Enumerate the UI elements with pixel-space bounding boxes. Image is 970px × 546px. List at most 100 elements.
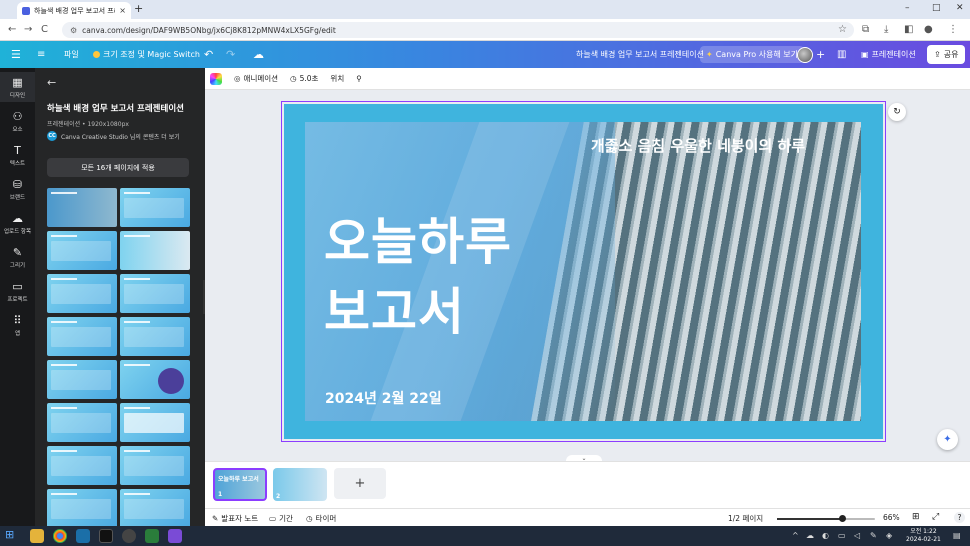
slide-subtitle[interactable]: 개졿소 음침 우울한 네붕이의 하루: [591, 135, 805, 156]
zoom-level[interactable]: 66%: [883, 513, 900, 522]
try-canva-pro-button[interactable]: ✦ Canva Pro 사용해 보기: [700, 46, 805, 63]
volume-icon[interactable]: ◁: [854, 531, 860, 540]
chrome-icon[interactable]: [53, 529, 67, 543]
profile-avatar-icon[interactable]: ●: [924, 24, 933, 35]
rail-item-elements[interactable]: ⚇ 요소: [0, 110, 35, 133]
animation-button[interactable]: ◎ 애니메이션: [234, 73, 278, 84]
file-menu[interactable]: 파일: [64, 41, 79, 68]
close-window-icon[interactable]: ✕: [956, 3, 964, 13]
back-arrow-icon[interactable]: ←: [47, 76, 56, 89]
redo-icon[interactable]: ↷: [226, 41, 235, 68]
system-clock[interactable]: 오전 1:22 2024-02-21: [906, 528, 941, 544]
notification-icon[interactable]: ▤: [953, 531, 961, 540]
new-tab-icon[interactable]: +: [134, 2, 143, 15]
slide-title-line1[interactable]: 오늘하루: [324, 202, 512, 274]
page-indicator[interactable]: 1/2 페이지: [728, 513, 763, 524]
template-thumb-13[interactable]: [47, 446, 117, 485]
steam-icon[interactable]: [76, 529, 90, 543]
tab-close-icon[interactable]: ×: [119, 6, 126, 15]
insights-icon[interactable]: ▥: [837, 41, 846, 68]
rail-item-projects[interactable]: ▭ 프로젝트: [0, 280, 35, 303]
template-thumb-10[interactable]: [120, 360, 190, 399]
template-thumb-7[interactable]: [47, 317, 117, 356]
template-thumb-9[interactable]: [47, 360, 117, 399]
network-icon[interactable]: ◈: [886, 531, 892, 540]
rail-item-draw[interactable]: ✎ 그리기: [0, 246, 35, 269]
extensions-icon[interactable]: ⧉: [862, 24, 869, 35]
minimize-icon[interactable]: –: [905, 3, 910, 13]
page-thumb-2[interactable]: 2: [273, 468, 327, 501]
page-thumb-1[interactable]: 오늘하루 보고서 1: [213, 468, 267, 501]
app-icon[interactable]: [168, 529, 182, 543]
magic-assistant-icon[interactable]: ✦: [937, 429, 958, 450]
forward-icon[interactable]: →: [24, 24, 32, 35]
refresh-icon[interactable]: ↻: [888, 103, 906, 121]
template-thumb-14[interactable]: [120, 446, 190, 485]
template-thumb-6[interactable]: [120, 274, 190, 313]
template-thumb-2[interactable]: [120, 188, 190, 227]
download-icon[interactable]: ⤓: [884, 24, 888, 35]
share-button[interactable]: ⇪ 공유: [927, 45, 966, 64]
back-icon[interactable]: ←: [8, 24, 16, 35]
settings-gear-icon[interactable]: [122, 529, 136, 543]
rail-item-design[interactable]: ▦ 디자인: [0, 76, 35, 99]
file-explorer-icon[interactable]: [30, 529, 44, 543]
template-thumb-5[interactable]: [47, 274, 117, 313]
file-icon[interactable]: ≡: [37, 41, 45, 68]
rail-item-text[interactable]: T 텍스트: [0, 144, 35, 167]
cloud-saved-icon[interactable]: ☁: [253, 41, 264, 68]
template-author-link[interactable]: CC Canva Creative Studio 님의 콘텐츠 더 보기: [47, 131, 180, 141]
tray-cloud-icon[interactable]: ☁: [806, 531, 814, 540]
position-button[interactable]: 위치: [330, 73, 344, 84]
zoom-slider-knob[interactable]: [839, 515, 846, 522]
url-field[interactable]: ⚙ canva.com/design/DAF9WB5ONbg/jx6Cj8K81…: [62, 22, 854, 38]
paint-format-icon[interactable]: ⚲: [356, 74, 362, 83]
template-thumb-12[interactable]: [120, 403, 190, 442]
help-icon[interactable]: ?: [954, 512, 965, 523]
terminal-icon[interactable]: [99, 529, 113, 543]
slide-date[interactable]: 2024년 2월 22일: [325, 388, 442, 408]
browser-tab[interactable]: 하늘색 배경 업무 보고서 프리젠 ×: [17, 2, 131, 19]
duration-footer-button[interactable]: ▭ 기간: [269, 513, 293, 524]
windows-start-icon[interactable]: ⊞: [5, 528, 19, 542]
user-avatar[interactable]: [797, 47, 813, 63]
slide-canvas[interactable]: 개졿소 음침 우울한 네붕이의 하루 오늘하루 보고서 2024년 2월 22일: [284, 104, 883, 439]
rail-item-uploads[interactable]: ☁ 업로드 항목: [0, 212, 35, 235]
site-info-icon[interactable]: ⚙: [70, 26, 77, 35]
document-title[interactable]: 하늘색 배경 업무 보고서 프레젠테이션: [576, 41, 704, 68]
present-button[interactable]: ▣ 프레젠테이션: [861, 41, 916, 68]
template-thumb-15[interactable]: [47, 489, 117, 528]
add-page-button[interactable]: +: [334, 468, 386, 499]
template-thumb-4[interactable]: [120, 231, 190, 270]
resize-magic-switch-button[interactable]: 크기 조정 및 Magic Switch: [93, 41, 200, 68]
rail-item-brand[interactable]: ⛁ 브랜드: [0, 178, 35, 201]
template-thumb-3[interactable]: [47, 231, 117, 270]
maximize-icon[interactable]: □: [932, 3, 941, 13]
reload-icon[interactable]: C: [41, 24, 48, 35]
template-thumb-8[interactable]: [120, 317, 190, 356]
template-thumb-1[interactable]: [47, 188, 117, 227]
zoom-slider[interactable]: [777, 515, 875, 522]
rail-item-apps[interactable]: ⠿ 앱: [0, 314, 35, 337]
add-collaborator-icon[interactable]: +: [816, 41, 825, 68]
fullscreen-icon[interactable]: ⤢: [932, 512, 939, 522]
pen-icon[interactable]: ✎: [870, 531, 877, 540]
tray-app-icon[interactable]: ◐: [822, 531, 829, 540]
timer-button[interactable]: ◷ 타이머: [306, 513, 336, 524]
browser-menu-icon[interactable]: ⋮: [948, 24, 958, 35]
media-play-icon[interactable]: [145, 529, 159, 543]
undo-icon[interactable]: ↶: [204, 41, 213, 68]
template-thumb-16[interactable]: [120, 489, 190, 528]
template-thumb-11[interactable]: [47, 403, 117, 442]
slide-title-line2[interactable]: 보고서: [324, 272, 465, 344]
grid-view-icon[interactable]: ⊞: [912, 512, 920, 522]
bookmark-star-icon[interactable]: ☆: [838, 24, 847, 35]
tray-up-icon[interactable]: ^: [792, 531, 799, 540]
background-color-swatch[interactable]: [210, 72, 222, 85]
menu-icon[interactable]: ☰: [11, 41, 21, 68]
duration-button[interactable]: ◷ 5.0초: [290, 73, 318, 84]
apply-all-pages-button[interactable]: 모든 16개 페이지에 적용: [47, 158, 189, 177]
speaker-notes-button[interactable]: ✎ 발표자 노트: [212, 513, 258, 524]
sidebar-icon[interactable]: ◧: [904, 24, 913, 35]
tray-display-icon[interactable]: ▭: [838, 531, 846, 540]
